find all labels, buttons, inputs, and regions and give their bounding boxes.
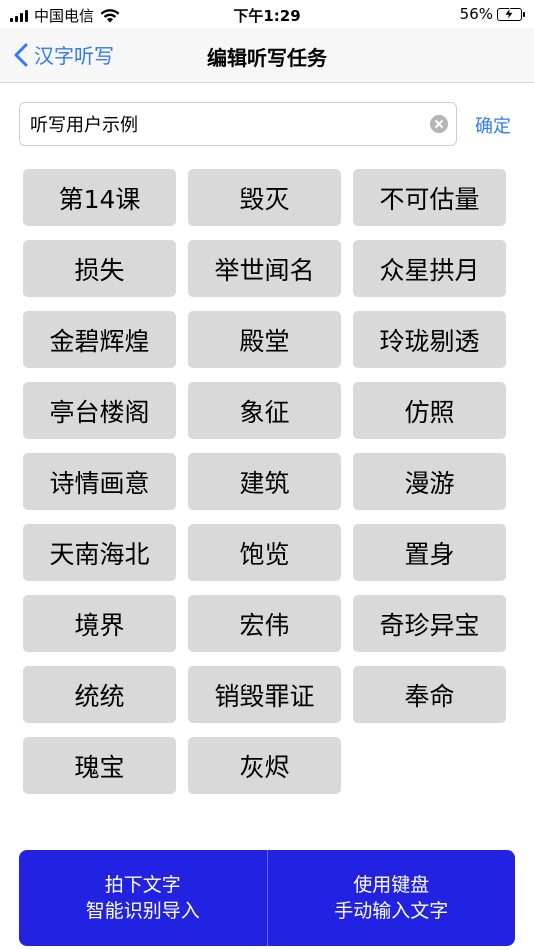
word-item[interactable]: 诗情画意 xyxy=(23,453,176,510)
charging-bolt-icon xyxy=(504,7,514,20)
carrier-label: 中国电信 xyxy=(34,7,95,25)
word-item[interactable]: 仿照 xyxy=(353,382,506,439)
word-item[interactable]: 宏伟 xyxy=(188,595,341,652)
signal-icon xyxy=(10,9,28,22)
clear-icon[interactable] xyxy=(430,115,448,133)
back-button[interactable]: 汉字听写 xyxy=(14,40,114,69)
word-item[interactable]: 举世闻名 xyxy=(188,240,341,297)
word-item[interactable]: 奇珍异宝 xyxy=(353,595,506,652)
word-item[interactable]: 第14课 xyxy=(23,169,176,226)
confirm-button[interactable]: 确定 xyxy=(475,112,511,138)
task-name-input[interactable] xyxy=(30,103,420,145)
bottom-action-bar: 拍下文字 智能识别导入 使用键盘 手动输入文字 xyxy=(19,850,515,946)
keyboard-input-line1: 使用键盘 xyxy=(353,874,430,896)
word-item[interactable]: 统统 xyxy=(23,666,176,723)
word-item[interactable]: 天南海北 xyxy=(23,524,176,581)
word-item[interactable]: 玲珑剔透 xyxy=(353,311,506,368)
photo-import-button[interactable]: 拍下文字 智能识别导入 xyxy=(19,850,267,946)
word-item[interactable]: 瑰宝 xyxy=(23,737,176,794)
word-item[interactable]: 饱览 xyxy=(188,524,341,581)
word-item[interactable]: 金碧辉煌 xyxy=(23,311,176,368)
word-item[interactable]: 奉命 xyxy=(353,666,506,723)
status-bar: 中国电信 下午1:29 56% xyxy=(0,0,534,28)
task-name-row: 确定 xyxy=(19,102,519,146)
wifi-icon xyxy=(100,8,120,22)
chevron-left-icon xyxy=(14,43,28,66)
photo-import-line2: 智能识别导入 xyxy=(85,900,200,922)
word-item[interactable]: 置身 xyxy=(353,524,506,581)
word-item[interactable]: 众星拱月 xyxy=(353,240,506,297)
word-item[interactable]: 销毁罪证 xyxy=(188,666,341,723)
nav-bar: 汉字听写 编辑听写任务 xyxy=(0,28,534,83)
battery-icon xyxy=(497,7,525,21)
word-item[interactable]: 毁灭 xyxy=(188,169,341,226)
back-label: 汉字听写 xyxy=(34,44,114,68)
word-item[interactable]: 殿堂 xyxy=(188,311,341,368)
keyboard-input-button[interactable]: 使用键盘 手动输入文字 xyxy=(268,850,516,946)
word-item[interactable]: 损失 xyxy=(23,240,176,297)
photo-import-line1: 拍下文字 xyxy=(104,874,181,896)
word-item[interactable]: 灰烬 xyxy=(188,737,341,794)
word-item[interactable]: 建筑 xyxy=(188,453,341,510)
status-left: 中国电信 xyxy=(10,5,120,26)
word-item[interactable]: 不可估量 xyxy=(353,169,506,226)
word-item[interactable]: 象征 xyxy=(188,382,341,439)
word-item[interactable]: 亭台楼阁 xyxy=(23,382,176,439)
status-right: 56% xyxy=(459,5,525,23)
battery-percent: 56% xyxy=(459,5,493,23)
word-item[interactable]: 境界 xyxy=(23,595,176,652)
keyboard-input-line2: 手动输入文字 xyxy=(334,900,449,922)
word-item[interactable]: 漫游 xyxy=(353,453,506,510)
task-name-field[interactable] xyxy=(19,102,457,146)
